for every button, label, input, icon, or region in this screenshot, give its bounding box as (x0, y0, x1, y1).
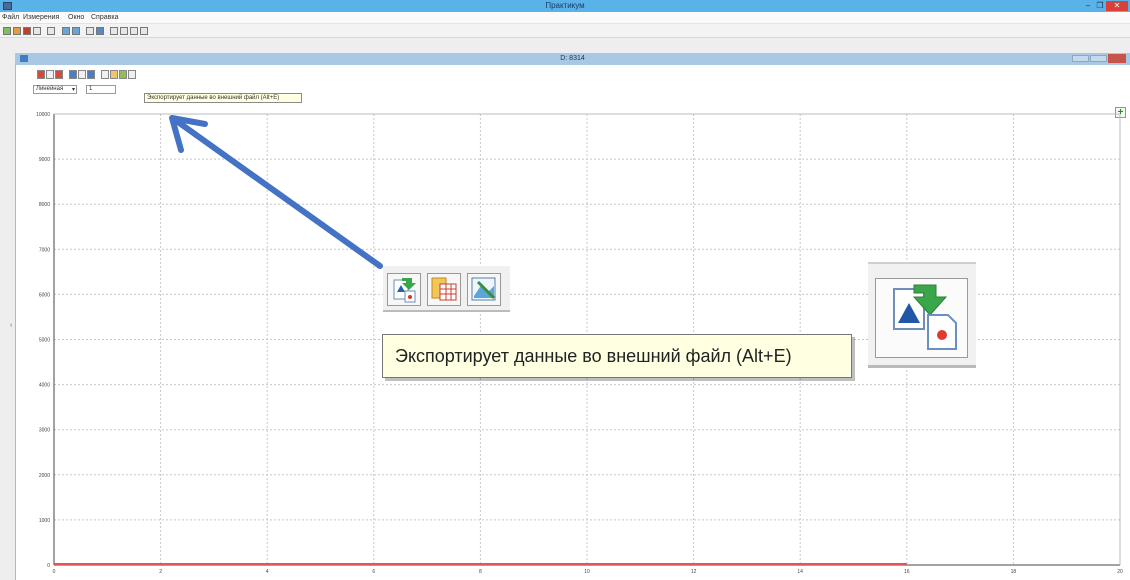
x-tick-label: 12 (691, 569, 697, 575)
annotation-arrow-shaft (175, 119, 383, 269)
x-tick-label: 4 (266, 569, 269, 575)
y-tick-label: 8000 (39, 202, 50, 208)
y-tick-label: 2000 (39, 473, 50, 479)
x-tick-label: 0 (53, 569, 56, 575)
y-tick-label: 1000 (39, 518, 50, 524)
y-tick-label: 6000 (39, 292, 50, 298)
x-tick-label: 16 (904, 569, 910, 575)
zoomed-toolbar-callout (383, 266, 510, 312)
zoomed-icon-callout (868, 262, 976, 368)
x-tick-label: 20 (1117, 569, 1123, 575)
table-icon[interactable] (427, 273, 461, 306)
y-tick-label: 4000 (39, 383, 50, 389)
export-file-icon[interactable] (875, 278, 968, 358)
y-tick-label: 9000 (39, 157, 50, 163)
y-tick-label: 5000 (39, 338, 50, 344)
y-tick-label: 0 (47, 563, 50, 569)
y-tick-label: 7000 (39, 247, 50, 253)
x-tick-label: 10 (584, 569, 590, 575)
x-tick-label: 2 (159, 569, 162, 575)
export-file-icon[interactable] (387, 273, 421, 306)
y-tick-label: 3000 (39, 428, 50, 434)
x-tick-label: 8 (479, 569, 482, 575)
y-tick-label: 10000 (36, 112, 50, 118)
x-tick-label: 18 (1011, 569, 1017, 575)
x-tick-label: 14 (797, 569, 803, 575)
image-edit-icon[interactable] (467, 273, 501, 306)
x-tick-label: 6 (372, 569, 375, 575)
export-tooltip-large: Экспортирует данные во внешний файл (Alt… (382, 334, 852, 378)
